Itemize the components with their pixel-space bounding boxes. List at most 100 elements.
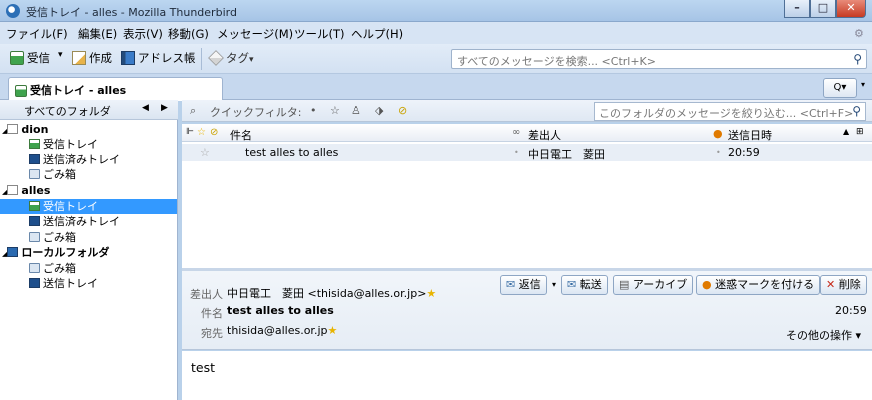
to-value[interactable]: thisida@alles.or.jp★ [227, 324, 337, 337]
reply-button[interactable]: ✉ 返信 [500, 275, 547, 295]
correspondent-icon: ∞ [512, 127, 521, 138]
folder-account-dion[interactable]: ◢ dion [0, 122, 177, 137]
menu-tools[interactable]: ツール(T) [294, 26, 345, 42]
tag-dropdown: ▾ [249, 55, 254, 65]
folder-account-alles[interactable]: ◢ alles [0, 183, 177, 198]
quick-search-button[interactable]: Q▾ [823, 78, 857, 98]
delete-label: 削除 [838, 278, 861, 291]
menu-edit[interactable]: 編集(E) [78, 26, 117, 42]
tab-inbox-alles[interactable]: 受信トレイ - alles [8, 77, 223, 101]
star-icon[interactable]: ★ [426, 287, 436, 300]
delete-button[interactable]: ✕ 削除 [820, 275, 867, 295]
folder-inbox-selected[interactable]: 受信トレイ [0, 199, 177, 214]
global-search[interactable]: すべてのメッセージを検索... <Ctrl+K> ⚲ [451, 49, 867, 69]
global-search-placeholder: すべてのメッセージを検索... <Ctrl+K> [457, 55, 656, 68]
sort-ascending-icon: ▲ [843, 127, 850, 136]
junk-column-icon[interactable]: ● [713, 127, 723, 140]
folder-inbox[interactable]: 受信トレイ [0, 137, 177, 152]
maximize-button[interactable]: □ [810, 0, 836, 18]
archive-button[interactable]: ▤ アーカイブ [613, 275, 694, 295]
menu-file[interactable]: ファイル(F) [6, 26, 68, 42]
search-icon: ⚲ [853, 52, 862, 66]
message-date: 20:59 [728, 146, 760, 159]
star-icon[interactable]: ☆ [200, 146, 210, 159]
folder-trash[interactable]: ごみ箱 [0, 261, 177, 276]
folder-label: ごみ箱 [43, 262, 76, 275]
attachment-column-icon[interactable]: ⊘ [210, 127, 218, 138]
to-address: thisida@alles.or.jp [227, 324, 328, 337]
toolbar-separator [201, 48, 202, 70]
message-body: test [191, 360, 216, 375]
tab-label-text: 受信トレイ - alles [30, 84, 127, 97]
starred-filter-icon[interactable]: ☆ [330, 104, 340, 117]
thread-column-icon[interactable]: ⊩ [186, 127, 194, 137]
get-messages-dropdown[interactable]: ▾ [58, 50, 63, 60]
delete-icon: ✕ [826, 278, 836, 291]
folder-sent[interactable]: 送信済みトレイ [0, 152, 177, 167]
trash-icon [29, 169, 40, 179]
folder-label: 受信トレイ [43, 200, 98, 213]
message-sender: 中日電工 菱田 [528, 148, 605, 161]
column-picker-icon[interactable]: ⊞ [856, 127, 864, 137]
filter-search-input[interactable]: このフォルダのメッセージを絞り込む... <Ctrl+F> ⚲ [594, 102, 866, 121]
menu-help[interactable]: ヘルプ(H) [351, 26, 403, 42]
subject-value: test alles to alles [227, 304, 334, 317]
menu-view[interactable]: 表示(V) [123, 26, 163, 42]
tag-filter-icon[interactable]: ⬗ [375, 104, 383, 117]
mark-junk-button[interactable]: ● 迷惑マークを付ける [696, 275, 821, 295]
get-messages-button[interactable]: 受信 [10, 50, 50, 66]
thunderbird-icon [6, 4, 20, 18]
filter-search-placeholder: このフォルダのメッセージを絞り込む... <Ctrl+F> [599, 107, 854, 120]
folder-view-label[interactable]: すべてのフォルダ [24, 103, 111, 119]
column-date[interactable]: 送信日時 [728, 127, 772, 143]
from-label: 差出人 [190, 288, 223, 301]
sent-folder-icon [29, 154, 40, 164]
forward-icon: ✉ [567, 278, 577, 291]
title-bar: 受信トレイ - alles - Mozilla Thunderbird – □ … [0, 0, 872, 22]
trash-icon [29, 263, 40, 273]
folder-outbox[interactable]: 送信トレイ [0, 276, 177, 291]
folder-label: alles [21, 184, 51, 197]
folder-label: 送信トレイ [43, 277, 98, 290]
menu-message[interactable]: メッセージ(M) [217, 26, 293, 42]
reply-dropdown-icon[interactable]: ▾ [552, 280, 556, 289]
address-book-button[interactable]: アドレス帳 [121, 50, 196, 66]
tab-list-dropdown[interactable]: ▾ [861, 80, 865, 89]
tab-label: 受信トレイ - alles [15, 82, 126, 98]
other-actions-button[interactable]: その他の操作 ▾ [786, 327, 861, 343]
reply-label: 返信 [518, 278, 541, 291]
contact-filter-icon[interactable]: ♙ [351, 104, 361, 117]
folder-sent[interactable]: 送信済みトレイ [0, 214, 177, 229]
message-body-pane [182, 351, 872, 400]
folder-trash[interactable]: ごみ箱 [0, 230, 177, 245]
write-button[interactable]: 作成 [72, 50, 112, 66]
folder-label: 送信済みトレイ [43, 215, 120, 228]
trash-icon [29, 232, 40, 242]
reply-icon: ✉ [506, 278, 516, 291]
attachment-filter-icon[interactable]: ⊘ [398, 104, 407, 117]
folder-pane-header: すべてのフォルダ ◀ ▶ [0, 100, 178, 120]
to-label: 宛先 [201, 327, 223, 340]
folder-trash[interactable]: ごみ箱 [0, 167, 177, 182]
inbox-icon [29, 139, 40, 149]
write-label: 作成 [89, 51, 112, 65]
column-sender[interactable]: 差出人 [528, 127, 561, 143]
next-view-icon[interactable]: ▶ [161, 103, 168, 113]
close-button[interactable]: ✕ [836, 0, 866, 18]
tag-button[interactable]: タグ▾ [208, 50, 254, 66]
star-icon[interactable]: ★ [327, 324, 337, 337]
prev-view-icon[interactable]: ◀ [142, 103, 149, 113]
star-column-icon[interactable]: ☆ [197, 127, 206, 138]
menu-bar: ファイル(F) 編集(E) 表示(V) 移動(G) メッセージ(M) ツール(T… [0, 22, 872, 44]
forward-button[interactable]: ✉ 転送 [561, 275, 608, 295]
menu-go[interactable]: 移動(G) [168, 26, 209, 42]
inbox-icon [29, 201, 40, 211]
unread-filter-icon[interactable]: • [310, 104, 317, 117]
column-subject[interactable]: 件名 [230, 127, 252, 143]
folder-local-folders[interactable]: ◢ ローカルフォルダ [0, 245, 177, 260]
junk-label: 迷惑マークを付ける [715, 278, 815, 291]
minimize-button[interactable]: – [784, 0, 810, 18]
mail-account-icon [7, 124, 19, 134]
quick-filter-label: クイックフィルタ: [210, 106, 302, 119]
from-value[interactable]: 中日電工 菱田 <thisida@alles.or.jp>★ [227, 285, 436, 301]
